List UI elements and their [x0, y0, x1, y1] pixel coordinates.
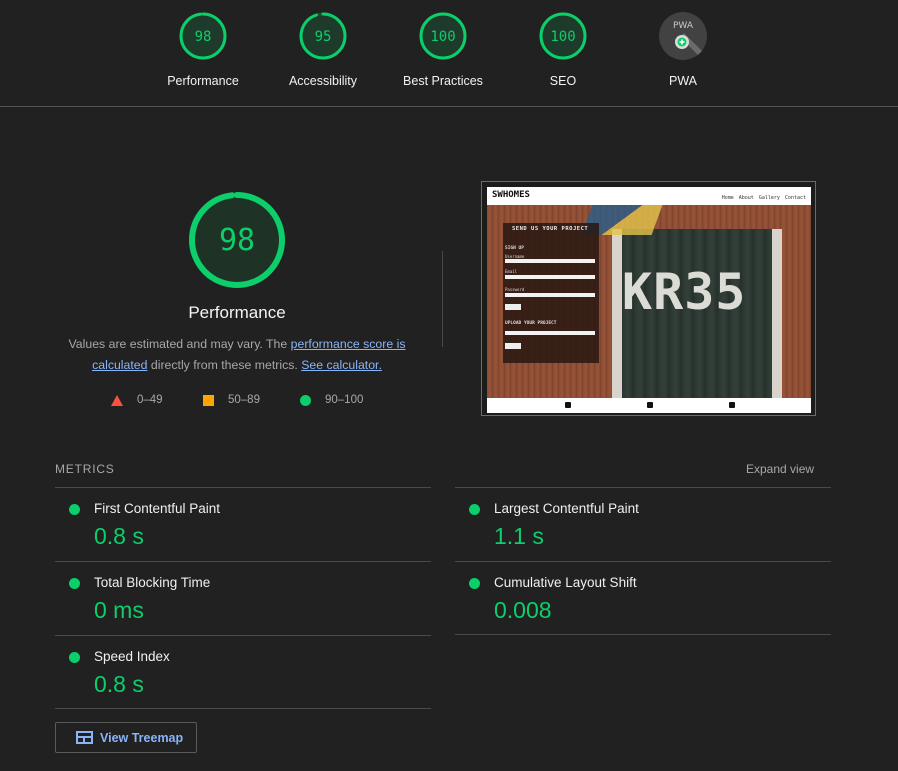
site-nav: Home About Gallery Contact [721, 195, 806, 201]
metrics-heading: METRICS [55, 462, 115, 476]
legend-fail-label: 0–49 [137, 394, 163, 406]
best-practices-gauge: 100 [419, 12, 467, 60]
metric-value: 1.1 s [494, 523, 544, 549]
form-input [505, 293, 595, 297]
performance-main-score: 98 [219, 223, 255, 258]
category-label: PWA [668, 74, 697, 88]
hero-text: KR35 [622, 263, 747, 321]
pwa-badge-icon: PWA [659, 12, 707, 60]
category-accessibility[interactable]: 95 Accessibility [263, 11, 383, 88]
screenshot-content: SWHOMES Home About Gallery Contact KR35 … [487, 187, 811, 413]
category-best-practices[interactable]: 100 Best Practices [383, 11, 503, 88]
triangle-icon [111, 394, 123, 406]
site-footer [487, 398, 811, 413]
metric-total-blocking-time: Total Blocking Time 0 ms [55, 562, 431, 634]
form-file-input [505, 331, 595, 335]
site-header: SWHOMES Home About Gallery Contact [487, 187, 811, 205]
expand-view-toggle[interactable]: Expand view [746, 462, 814, 476]
pass-circle-icon [69, 652, 80, 663]
view-treemap-button[interactable]: View Treemap [55, 722, 197, 753]
pass-circle-icon [69, 504, 80, 515]
site-logo: SWHOMES [492, 190, 530, 200]
category-label: Best Practices [403, 74, 483, 88]
pass-circle-icon [469, 504, 480, 515]
metrics-divider [55, 708, 431, 709]
square-icon [203, 394, 214, 406]
instagram-icon [729, 402, 735, 408]
form-label-email: Email [505, 269, 518, 274]
form-input [505, 275, 595, 279]
form-title: SEND US YOUR PROJECT [512, 226, 589, 232]
metric-first-contentful-paint: First Contentful Paint 0.8 s [55, 488, 431, 560]
performance-score: 98 [195, 29, 212, 45]
best-practices-score: 100 [430, 29, 455, 45]
divider [442, 251, 443, 347]
metric-value: 0.8 s [94, 523, 144, 549]
form-button [505, 304, 521, 310]
metric-value: 0 ms [94, 597, 144, 623]
performance-title: Performance [188, 303, 286, 322]
form-section-upload: UPLOAD YOUR PROJECT [505, 321, 557, 326]
seo-score: 100 [550, 29, 575, 45]
pwa-badge-text: PWA [673, 21, 694, 31]
twitter-icon [647, 402, 653, 408]
metric-value: 0.8 s [94, 671, 144, 697]
legend-average: 50–89 [203, 394, 260, 406]
metric-largest-contentful-paint: Largest Contentful Paint 1.1 s [455, 488, 831, 560]
performance-main-gauge: 98 [189, 192, 285, 288]
circle-icon [300, 394, 311, 406]
performance-gauge: 98 [179, 12, 227, 60]
form-label-password: Password [505, 287, 525, 292]
metric-name: Largest Contentful Paint [494, 501, 639, 516]
category-label: Accessibility [288, 74, 358, 88]
metric-name: Total Blocking Time [94, 575, 211, 590]
category-pwa[interactable]: PWA PWA [623, 11, 743, 88]
see-calculator-link[interactable]: See calculator. [301, 358, 382, 372]
category-summary: 98 Performance 95 Accessibility 100 Best… [0, 0, 898, 107]
form-button [505, 343, 521, 349]
metric-speed-index: Speed Index 0.8 s [55, 636, 431, 708]
facebook-icon [565, 402, 571, 408]
metric-name: First Contentful Paint [94, 501, 221, 516]
view-treemap-label: View Treemap [100, 731, 184, 745]
metric-value: 0.008 [494, 597, 552, 623]
legend-fail: 0–49 [111, 394, 163, 406]
category-performance[interactable]: 98 Performance [143, 11, 263, 88]
site-hero-image: KR35 SEND US YOUR PROJECT SIGN UP Userna… [487, 205, 811, 398]
metric-name: Speed Index [94, 649, 170, 664]
legend-pass-label: 90–100 [325, 394, 364, 406]
metric-cumulative-layout-shift: Cumulative Layout Shift 0.008 [455, 562, 831, 634]
pass-circle-icon [69, 578, 80, 589]
form-section-signup: SIGN UP [505, 246, 524, 251]
final-screenshot[interactable]: SWHOMES Home About Gallery Contact KR35 … [481, 181, 816, 416]
accessibility-score: 95 [315, 29, 332, 45]
metric-name: Cumulative Layout Shift [494, 575, 637, 590]
treemap-icon [76, 731, 93, 744]
pass-circle-icon [469, 578, 480, 589]
category-label: SEO [549, 74, 577, 88]
desc-text: directly from these metrics. [147, 358, 302, 372]
metrics-divider [455, 634, 831, 635]
site-form-card: SEND US YOUR PROJECT SIGN UP Username Em… [503, 223, 599, 363]
performance-description: Values are estimated and may vary. The p… [62, 334, 412, 376]
accessibility-gauge: 95 [299, 12, 347, 60]
desc-text: Values are estimated and may vary. The [68, 337, 291, 351]
seo-gauge: 100 [539, 12, 587, 60]
category-seo[interactable]: 100 SEO [503, 11, 623, 88]
form-input [505, 259, 595, 263]
category-label: Performance [167, 74, 239, 88]
legend-average-label: 50–89 [228, 394, 260, 406]
legend-pass: 90–100 [300, 394, 363, 406]
